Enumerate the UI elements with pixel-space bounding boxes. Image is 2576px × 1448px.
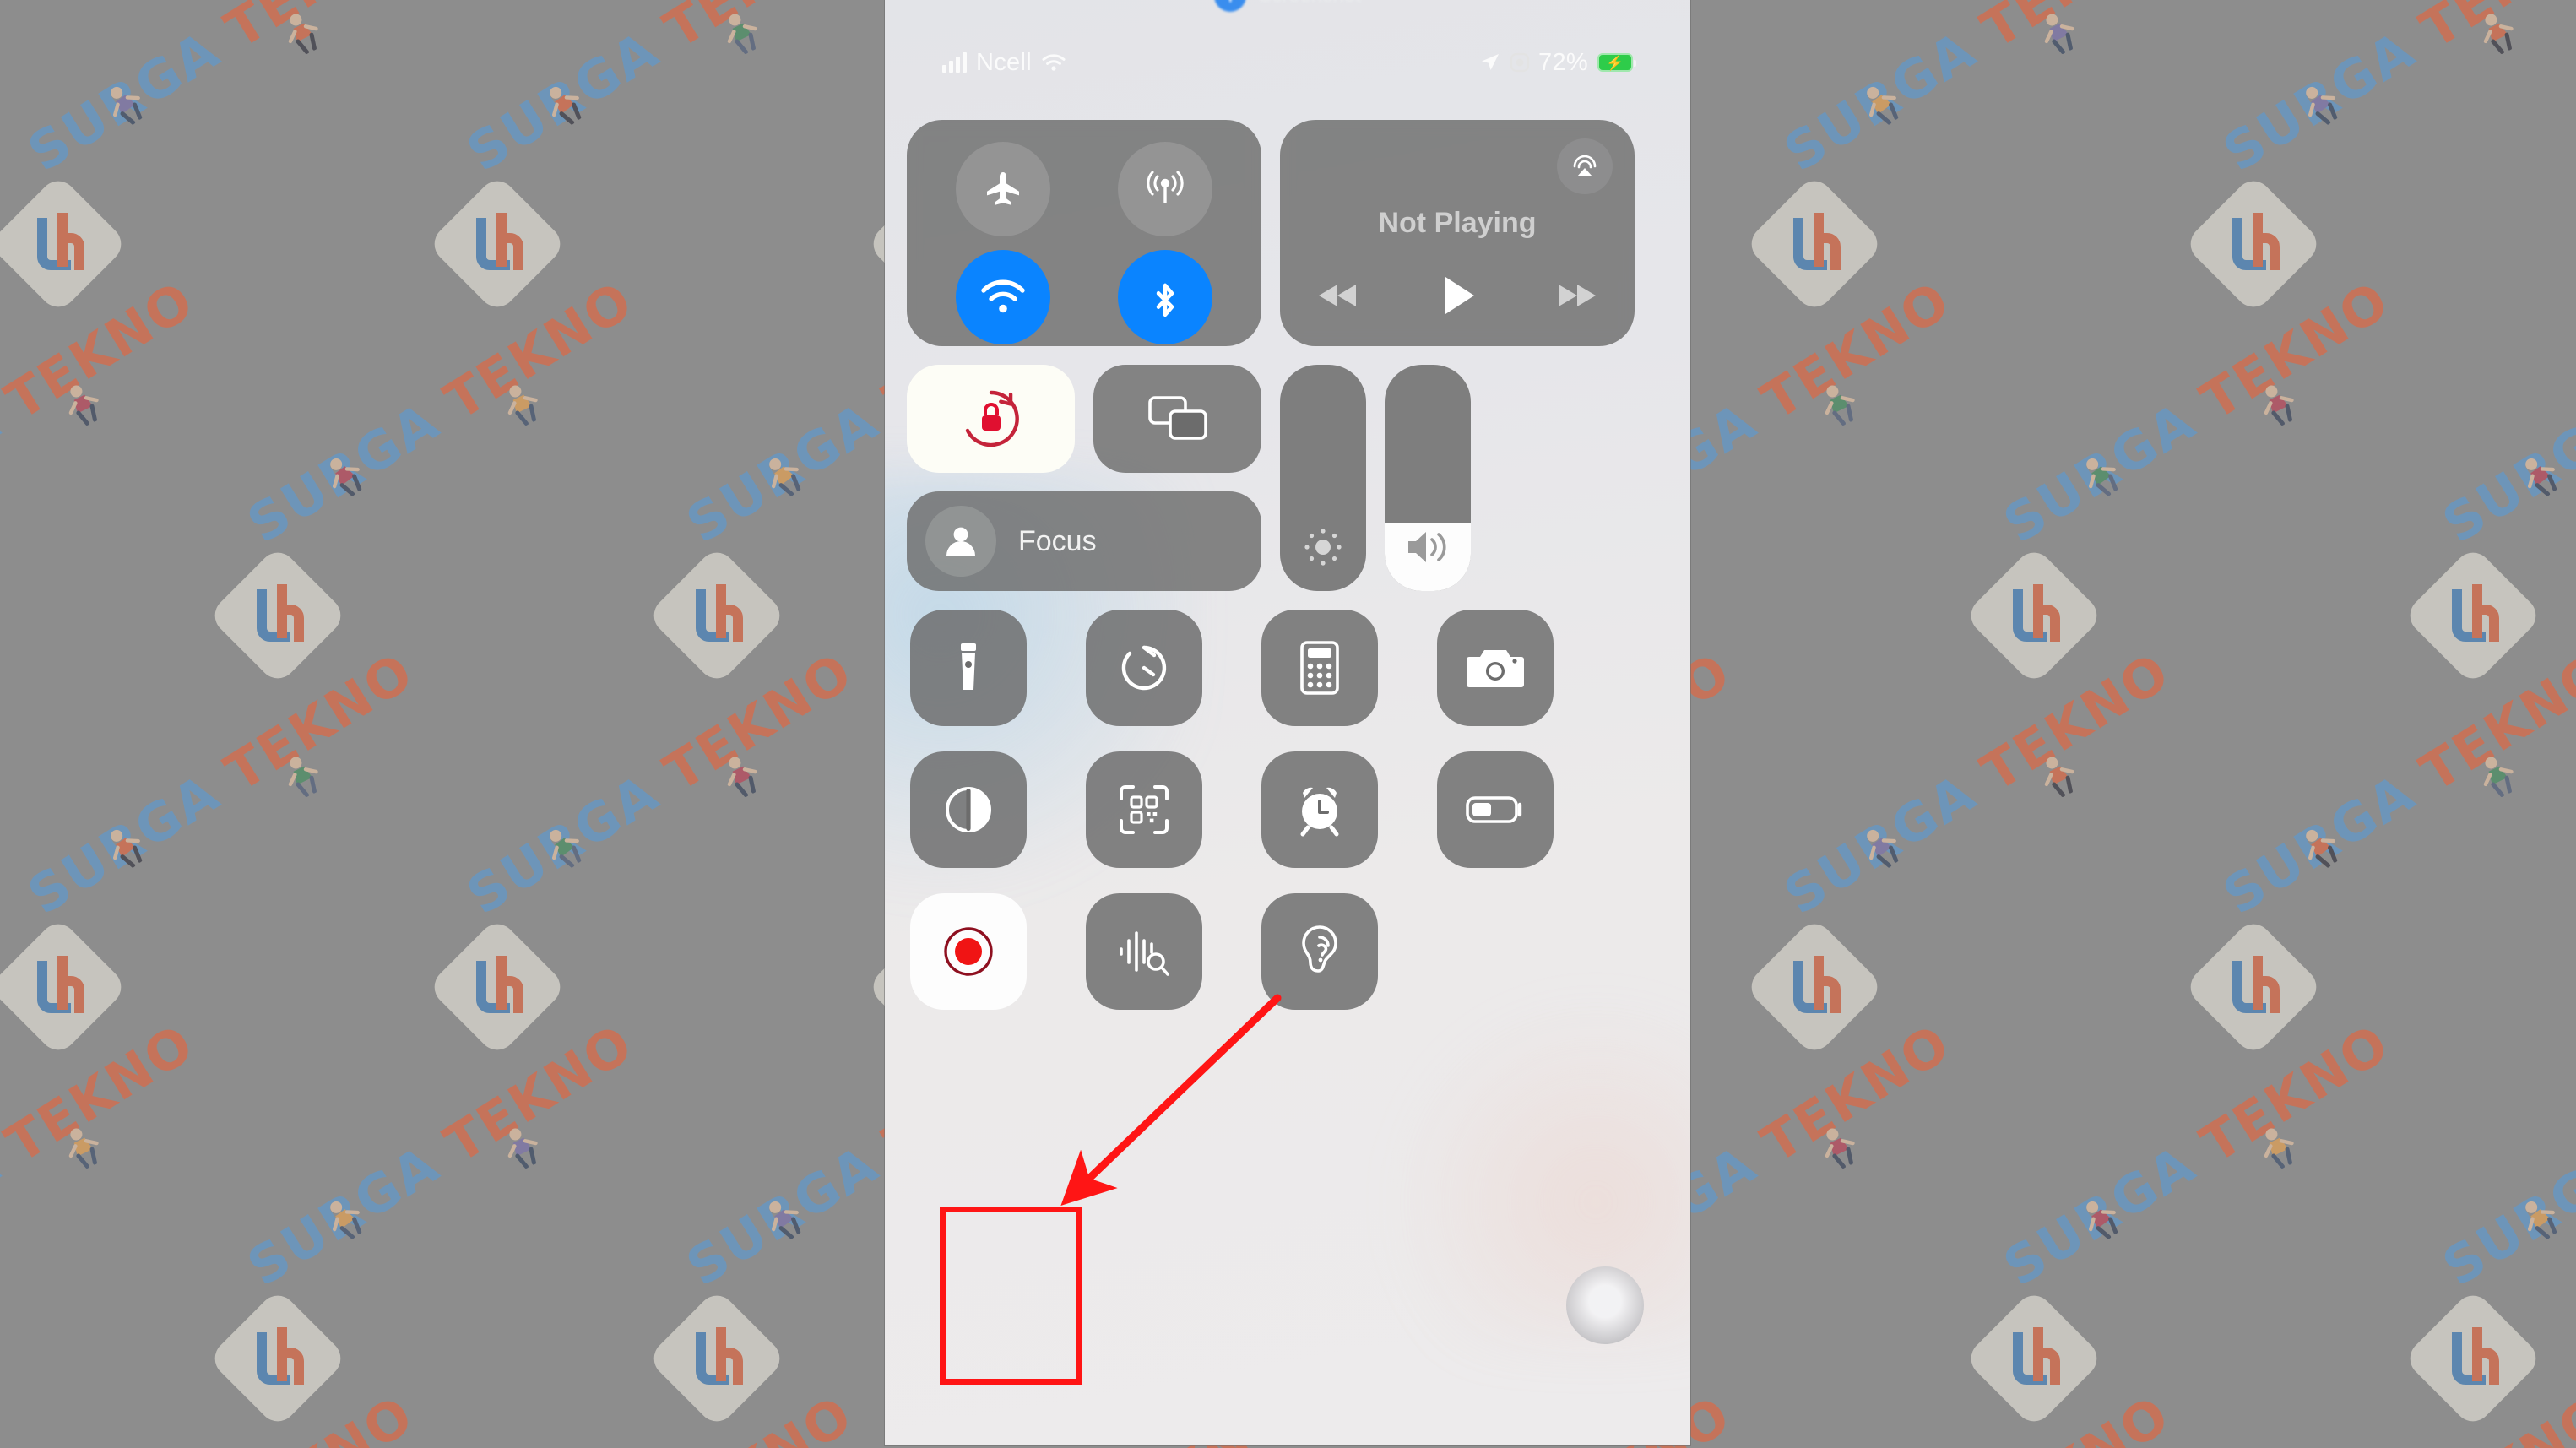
watermark-logo-badge <box>1963 1288 2105 1429</box>
media-player-module: Not Playing <box>1280 120 1635 346</box>
notification-title: Screenshot <box>1258 0 1360 8</box>
focus-button[interactable]: Focus <box>907 491 1261 591</box>
cc-sliders <box>1280 365 1471 591</box>
watermark-logo-badge <box>2402 1288 2544 1429</box>
sound-recognition-button[interactable] <box>1086 893 1202 1010</box>
watermark-tile: SURGA TEKNO <box>0 0 439 371</box>
cc-row-top: Not Playing <box>907 120 1667 346</box>
watermark-tile: SURGA TEKNO <box>0 269 220 743</box>
watermark-logo-badge <box>426 173 568 315</box>
cc-toggle-row-2 <box>907 751 1667 868</box>
speaker-waves-icon <box>1401 520 1455 574</box>
watermark-logo-badge <box>207 545 349 686</box>
annotation-highlight-box <box>940 1207 1082 1385</box>
watermark-logo-badge <box>646 1288 788 1429</box>
media-title: Not Playing <box>1378 207 1537 239</box>
flashlight-button[interactable] <box>910 610 1027 726</box>
watermark-logo-badge <box>0 173 129 315</box>
notification-peek: Screenshot <box>885 0 1690 14</box>
watermark-tile: SURGA TEKNO <box>0 641 439 1114</box>
rewind-button[interactable] <box>1314 277 1364 314</box>
cellular-data-button[interactable] <box>1118 142 1212 236</box>
low-power-mode-button[interactable] <box>1437 751 1554 868</box>
cellular-signal-icon <box>942 52 967 73</box>
status-bar-left: Ncell <box>942 49 1066 77</box>
watermark-logo-badge <box>207 1288 349 1429</box>
carrier-label: Ncell <box>976 48 1032 76</box>
person-icon <box>925 506 996 577</box>
screen-mirroring-button[interactable] <box>1093 365 1261 473</box>
wifi-button[interactable] <box>956 250 1050 344</box>
rotation-lock-button[interactable] <box>907 365 1075 473</box>
timer-button[interactable] <box>1086 610 1202 726</box>
cc-toggle-row-1 <box>907 610 1667 726</box>
connectivity-module <box>907 120 1261 346</box>
play-button[interactable] <box>1435 272 1479 319</box>
brightness-slider[interactable] <box>1280 365 1366 591</box>
watermark-tile: SURGA TEKNO <box>1744 0 2195 371</box>
location-arrow-icon <box>1479 52 1501 73</box>
watermark-logo-badge <box>2183 173 2324 315</box>
airplane-mode-button[interactable] <box>956 142 1050 236</box>
wifi-icon <box>1041 52 1066 73</box>
focus-label: Focus <box>1018 524 1097 557</box>
cc-row-middle: Focus <box>907 365 1667 591</box>
watermark-text: SURGA TEKNO <box>1773 0 2181 184</box>
cc-toggle-row-3 <box>907 893 1667 1010</box>
camera-in-use-icon <box>1509 52 1531 73</box>
watermark-tile: SURGA TEKNO <box>207 1012 659 1448</box>
assistive-touch-button[interactable] <box>1566 1266 1644 1344</box>
watermark-tile: SURGA TEKNO <box>1963 269 2415 743</box>
status-bar-right: 72% ⚡ <box>1479 48 1636 77</box>
volume-slider[interactable] <box>1385 365 1471 591</box>
bluetooth-button[interactable] <box>1118 250 1212 344</box>
watermark-tile: SURGA TEKNO <box>2402 1114 2576 1448</box>
notification-app-icon <box>1214 0 1247 12</box>
battery-percent-label: 72% <box>1538 48 1588 76</box>
watermark-tile: SURGA TEKNO <box>207 269 659 743</box>
watermark-tile: SURGA TEKNO <box>1963 1012 2415 1448</box>
watermark-tile: SURGA TEKNO <box>1744 641 2195 1114</box>
watermark-logo-badge <box>2402 545 2544 686</box>
screen-recording-button[interactable] <box>910 893 1027 1010</box>
watermark-text: SURGA TEKNO <box>2212 0 2576 184</box>
watermark-logo-badge <box>1744 173 1885 315</box>
hearing-button[interactable] <box>1261 893 1378 1010</box>
fast-forward-button[interactable] <box>1550 277 1601 314</box>
watermark-logo-badge <box>1963 545 2105 686</box>
calculator-button[interactable] <box>1261 610 1378 726</box>
watermark-text: SURGA TEKNO <box>17 0 425 184</box>
watermark-tile: SURGA TEKNO <box>426 641 878 1114</box>
watermark-logo-badge <box>646 545 788 686</box>
airplay-audio-icon[interactable] <box>1557 138 1613 194</box>
watermark-logo-badge <box>426 916 568 1058</box>
qr-code-scanner-button[interactable] <box>1086 751 1202 868</box>
control-center: Not Playing Focus <box>907 120 1667 1010</box>
cc-toggle-grid <box>907 610 1667 1010</box>
watermark-logo-badge <box>0 916 129 1058</box>
status-bar: Ncell 72% ⚡ <box>885 42 1690 83</box>
watermark-tile: SURGA TEKNO <box>426 0 878 371</box>
dark-mode-button[interactable] <box>910 751 1027 868</box>
watermark-logo-badge <box>1744 916 1885 1058</box>
cc-middle-left: Focus <box>907 365 1261 591</box>
alarm-button[interactable] <box>1261 751 1378 868</box>
brightness-icon <box>1296 520 1350 574</box>
camera-button[interactable] <box>1437 610 1554 726</box>
watermark-tile: SURGA TEKNO <box>0 1012 220 1448</box>
media-controls <box>1302 272 1613 326</box>
cc-middle-left-top <box>907 365 1261 473</box>
battery-charging-icon: ⚡ <box>1597 53 1636 72</box>
watermark-logo-badge <box>2183 916 2324 1058</box>
watermark-text: SURGA TEKNO <box>456 0 864 184</box>
